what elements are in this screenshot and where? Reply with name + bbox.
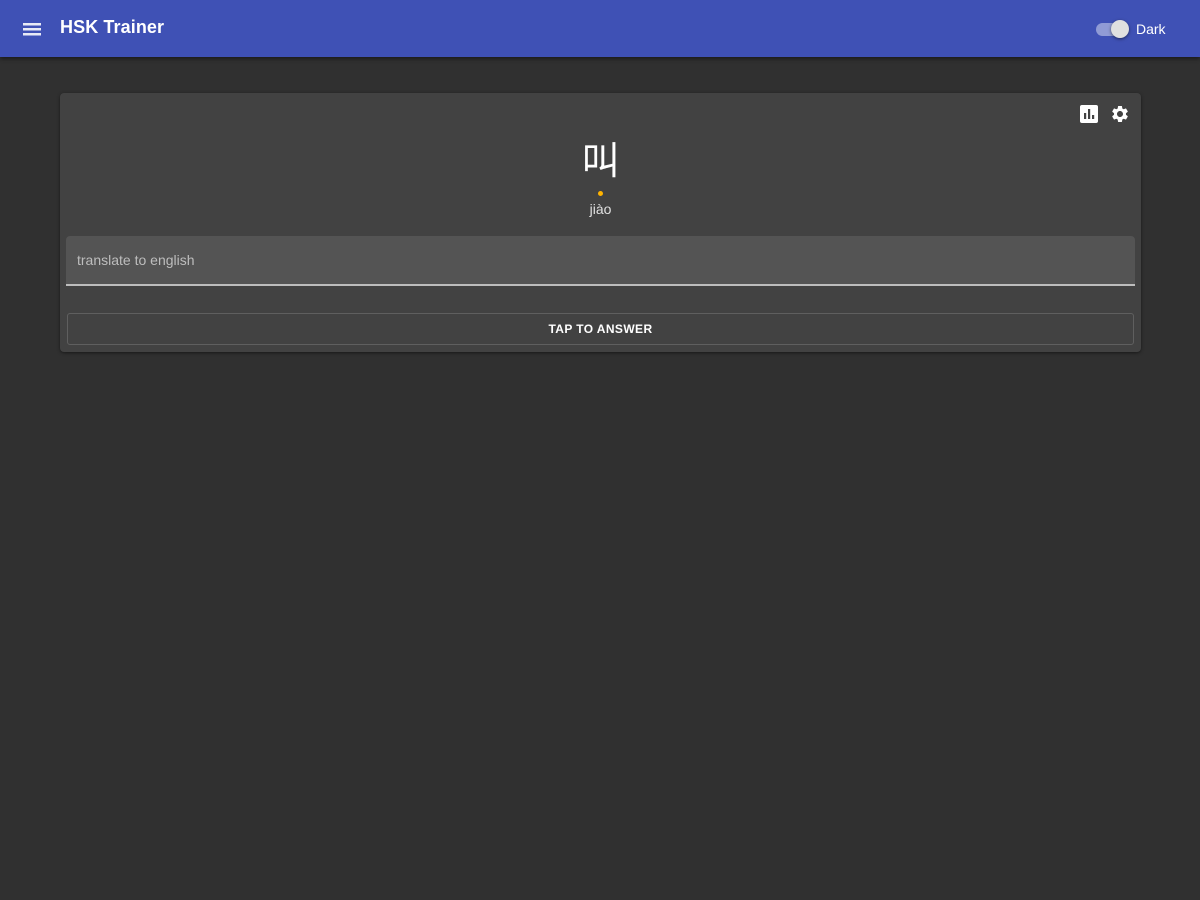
bar-chart-icon <box>1080 105 1098 123</box>
dark-mode-label: Dark <box>1136 21 1166 37</box>
pinyin-reading: jiào <box>589 201 612 217</box>
dark-mode-toggle[interactable] <box>1094 18 1130 40</box>
hamburger-menu-icon <box>23 23 41 36</box>
answer-field <box>66 236 1135 286</box>
answer-input[interactable] <box>66 236 1135 284</box>
flashcard: 叫 jiào TAP TO ANSWER <box>60 93 1141 352</box>
app-title: HSK Trainer <box>60 17 165 37</box>
toggle-thumb <box>1111 20 1129 38</box>
app-bar: HSK Trainer Dark <box>0 0 1200 57</box>
tap-to-answer-button[interactable]: TAP TO ANSWER <box>67 313 1134 345</box>
tone-mark-indicator <box>598 191 603 196</box>
stats-button[interactable] <box>1079 104 1099 124</box>
chinese-character: 叫 <box>581 139 620 183</box>
settings-button[interactable] <box>1110 104 1130 124</box>
menu-button[interactable] <box>18 16 46 42</box>
gear-icon <box>1112 106 1128 122</box>
